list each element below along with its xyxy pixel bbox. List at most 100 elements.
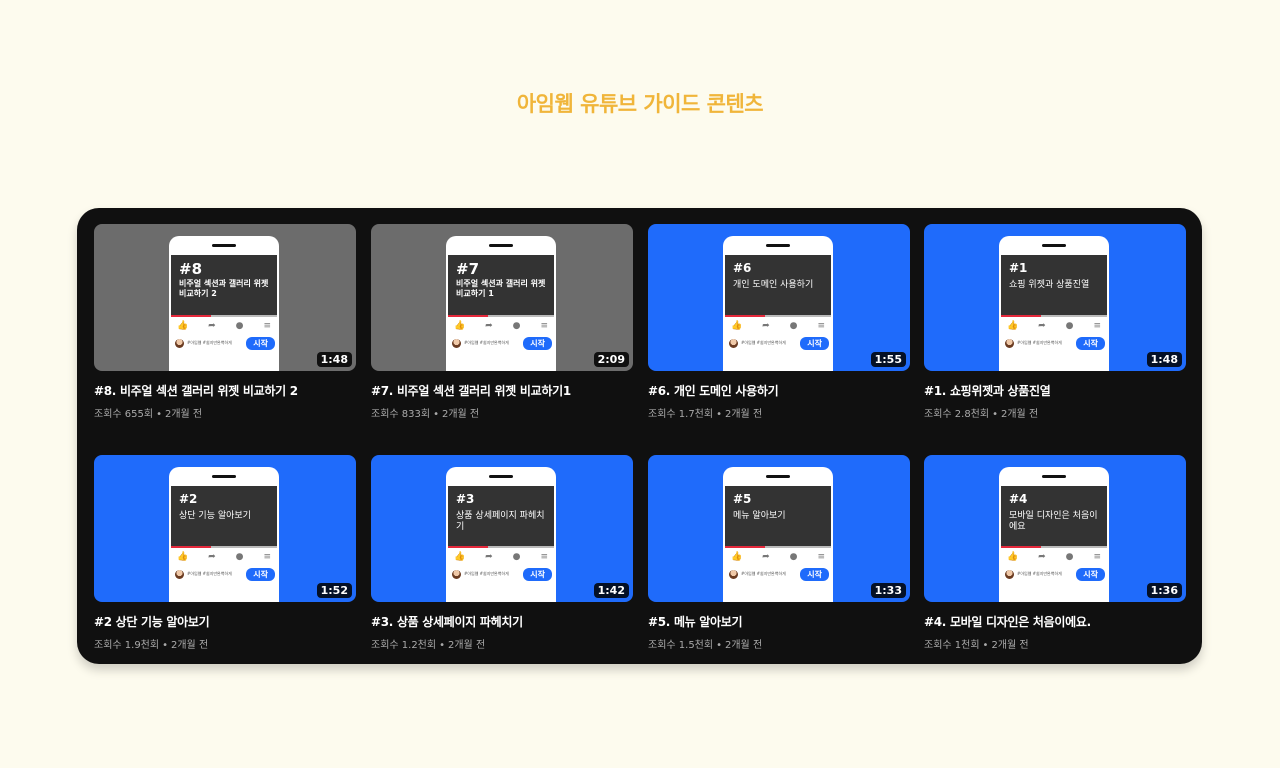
action-row: 👍 ➦ ● ≡: [454, 551, 548, 563]
thumbnail-caption: 개인 도메인 사용하기: [733, 280, 814, 290]
duration-badge: 1:36: [1146, 583, 1182, 598]
video-title[interactable]: #5. 메뉴 알아보기: [648, 613, 910, 630]
video-thumbnail[interactable]: #4 모바일 디자인은 처음이에요 👍 ➦ ● ≡ #아임웹 #쉽지만완벽하게 …: [924, 455, 1186, 602]
action-row: 👍 ➦ ● ≡: [731, 320, 825, 332]
video-title[interactable]: #2 상단 기능 알아보기: [94, 613, 356, 630]
video-title[interactable]: #4. 모바일 디자인은 처음이에요.: [924, 613, 1186, 630]
video-meta: 조회수 1천회 • 2개월 전: [924, 636, 1186, 651]
action-row: 👍 ➦ ● ≡: [1007, 320, 1101, 332]
video-title[interactable]: #8. 비주얼 섹션 갤러리 위젯 비교하기 2: [94, 382, 356, 399]
video-thumbnail[interactable]: #7 비주얼 섹션과 갤러리 위젯 비교하기 1 👍 ➦ ● ≡ #아임웹 #쉽…: [371, 224, 633, 371]
video-title[interactable]: #7. 비주얼 섹션 갤러리 위젯 비교하기1: [371, 382, 633, 399]
save-icon: ≡: [817, 321, 825, 331]
duration-badge: 1:52: [316, 583, 352, 598]
video-title[interactable]: #6. 개인 도메인 사용하기: [648, 382, 910, 399]
thumbnail-screen: #2 상단 기능 알아보기: [171, 486, 277, 546]
view-count: 조회수 1천회: [924, 640, 980, 651]
video-meta: 조회수 655회 • 2개월 전: [94, 405, 356, 420]
thumbs-up-icon: 👍: [454, 321, 466, 331]
upload-age: 2개월 전: [1001, 409, 1039, 420]
channel-row: #아임웹 #쉽지만완벽하게 시작: [729, 336, 829, 350]
thumbnail-number: #5: [733, 492, 752, 506]
action-row: 👍 ➦ ● ≡: [177, 551, 271, 563]
thumbnail-number: #7: [456, 260, 480, 278]
thumbs-up-icon: 👍: [731, 552, 743, 562]
phone-notch: [1042, 475, 1066, 478]
page-title: 아임웹 유튜브 가이드 콘텐츠: [516, 92, 764, 116]
thumbnail-screen: #5 메뉴 알아보기: [725, 486, 831, 546]
video-meta: 조회수 1.2천회 • 2개월 전: [371, 636, 633, 651]
video-title[interactable]: #3. 상품 상세페이지 파헤치기: [371, 613, 633, 630]
channel-row: #아임웹 #쉽지만완벽하게 시작: [452, 336, 552, 350]
channel-tags: #아임웹 #쉽지만완벽하게: [1017, 571, 1062, 576]
video-card[interactable]: #6 개인 도메인 사용하기 👍 ➦ ● ≡ #아임웹 #쉽지만완벽하게 시작 …: [648, 224, 910, 420]
video-card[interactable]: #1 쇼핑 위젯과 상품진열 👍 ➦ ● ≡ #아임웹 #쉽지만완벽하게 시작 …: [924, 224, 1186, 420]
video-card[interactable]: #7 비주얼 섹션과 갤러리 위젯 비교하기 1 👍 ➦ ● ≡ #아임웹 #쉽…: [371, 224, 633, 420]
video-card[interactable]: #8 비주얼 섹션과 갤러리 위젯 비교하기 2 👍 ➦ ● ≡ #아임웹 #쉽…: [94, 224, 356, 420]
download-icon: ●: [235, 321, 244, 331]
thumbnail-number: #3: [456, 492, 475, 506]
save-icon: ≡: [263, 321, 271, 331]
video-card[interactable]: #5 메뉴 알아보기 👍 ➦ ● ≡ #아임웹 #쉽지만완벽하게 시작 1:33…: [648, 455, 910, 651]
start-button: 시작: [800, 567, 829, 581]
channel-row: #아임웹 #쉽지만완벽하게 시작: [452, 567, 552, 581]
download-icon: ●: [512, 552, 521, 562]
duration-badge: 2:09: [593, 352, 629, 367]
start-button: 시작: [523, 336, 552, 350]
avatar: [175, 338, 184, 348]
thumbnail-number: #8: [179, 260, 203, 278]
action-row: 👍 ➦ ● ≡: [177, 320, 271, 332]
action-row: 👍 ➦ ● ≡: [454, 320, 548, 332]
thumbnail-screen: #8 비주얼 섹션과 갤러리 위젯 비교하기 2: [171, 255, 277, 315]
save-icon: ≡: [540, 321, 548, 331]
thumbnail-screen: #7 비주얼 섹션과 갤러리 위젯 비교하기 1: [448, 255, 554, 315]
thumbnail-caption: 상품 상세페이지 파헤치기: [456, 511, 545, 532]
channel-tags: #아임웹 #쉽지만완벽하게: [741, 340, 786, 345]
duration-badge: 1:42: [593, 583, 629, 598]
progress-bar: [725, 315, 831, 317]
separator-dot: •: [433, 409, 439, 420]
video-card[interactable]: #4 모바일 디자인은 처음이에요 👍 ➦ ● ≡ #아임웹 #쉽지만완벽하게 …: [924, 455, 1186, 651]
video-thumbnail[interactable]: #1 쇼핑 위젯과 상품진열 👍 ➦ ● ≡ #아임웹 #쉽지만완벽하게 시작 …: [924, 224, 1186, 371]
thumbnail-caption: 모바일 디자인은 처음이에요: [1009, 511, 1098, 532]
share-icon: ➦: [1038, 552, 1046, 562]
separator-dot: •: [439, 640, 445, 651]
view-count: 조회수 1.5천회: [648, 640, 714, 651]
upload-age: 2개월 전: [441, 409, 480, 420]
avatar: [175, 569, 184, 579]
thumbnail-caption: 메뉴 알아보기: [733, 511, 786, 521]
video-thumbnail[interactable]: #8 비주얼 섹션과 갤러리 위젯 비교하기 2 👍 ➦ ● ≡ #아임웹 #쉽…: [94, 224, 356, 371]
channel-row: #아임웹 #쉽지만완벽하게 시작: [175, 567, 275, 581]
share-icon: ➦: [208, 552, 216, 562]
video-card[interactable]: #3 상품 상세페이지 파헤치기 👍 ➦ ● ≡ #아임웹 #쉽지만완벽하게 시…: [371, 455, 633, 651]
start-button: 시작: [800, 336, 829, 350]
thumbs-up-icon: 👍: [1007, 552, 1019, 562]
view-count: 조회수 655회: [94, 409, 154, 420]
video-card[interactable]: #2 상단 기능 알아보기 👍 ➦ ● ≡ #아임웹 #쉽지만완벽하게 시작 1…: [94, 455, 356, 651]
save-icon: ≡: [817, 552, 825, 562]
video-thumbnail[interactable]: #5 메뉴 알아보기 👍 ➦ ● ≡ #아임웹 #쉽지만완벽하게 시작 1:33: [648, 455, 910, 602]
video-meta: 조회수 833회 • 2개월 전: [371, 405, 633, 420]
separator-dot: •: [992, 409, 998, 420]
share-icon: ➦: [485, 321, 493, 331]
separator-dot: •: [156, 409, 162, 420]
video-meta: 조회수 1.9천회 • 2개월 전: [94, 636, 356, 651]
avatar: [452, 338, 461, 348]
thumbnail-caption: 상단 기능 알아보기: [179, 511, 251, 521]
progress-bar: [448, 315, 554, 317]
progress-bar: [1001, 546, 1107, 548]
channel-row: #아임웹 #쉽지만완벽하게 시작: [1005, 567, 1105, 581]
share-icon: ➦: [762, 321, 770, 331]
video-thumbnail[interactable]: #3 상품 상세페이지 파헤치기 👍 ➦ ● ≡ #아임웹 #쉽지만완벽하게 시…: [371, 455, 633, 602]
avatar: [452, 569, 461, 579]
phone-mockup: #3 상품 상세페이지 파헤치기 👍 ➦ ● ≡ #아임웹 #쉽지만완벽하게 시…: [446, 467, 556, 602]
start-button: 시작: [1076, 567, 1105, 581]
download-icon: ●: [789, 552, 798, 562]
phone-mockup: #8 비주얼 섹션과 갤러리 위젯 비교하기 2 👍 ➦ ● ≡ #아임웹 #쉽…: [169, 236, 279, 371]
video-thumbnail[interactable]: #2 상단 기능 알아보기 👍 ➦ ● ≡ #아임웹 #쉽지만완벽하게 시작 1…: [94, 455, 356, 602]
thumbnail-screen: #6 개인 도메인 사용하기: [725, 255, 831, 315]
video-title[interactable]: #1. 쇼핑위젯과 상품진열: [924, 382, 1186, 399]
video-thumbnail[interactable]: #6 개인 도메인 사용하기 👍 ➦ ● ≡ #아임웹 #쉽지만완벽하게 시작 …: [648, 224, 910, 371]
channel-tags: #아임웹 #쉽지만완벽하게: [464, 571, 509, 576]
view-count: 조회수 833회: [371, 409, 431, 420]
